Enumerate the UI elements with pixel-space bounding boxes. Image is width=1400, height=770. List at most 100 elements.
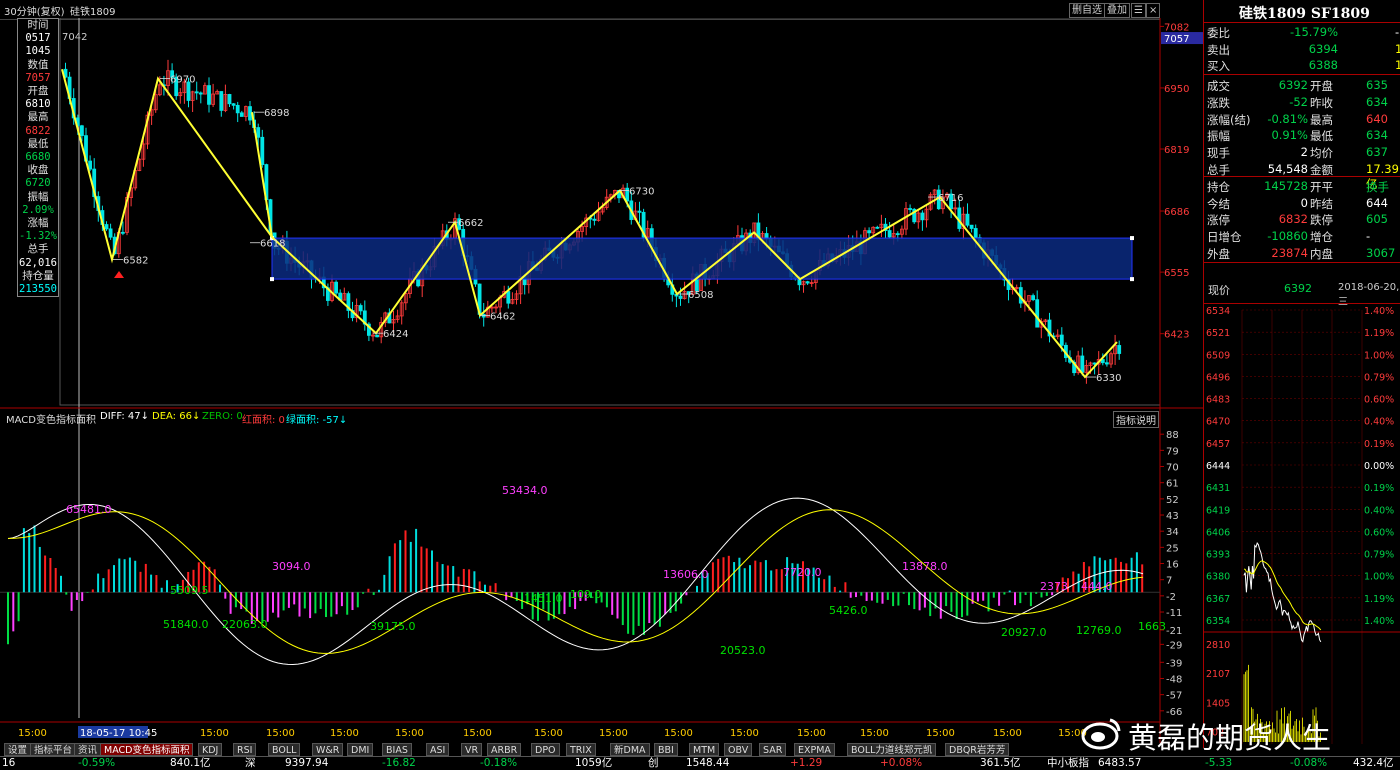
- overlay-button[interactable]: 叠加: [1104, 3, 1130, 18]
- indicator-tab[interactable]: RSI: [233, 743, 257, 756]
- pivot-label: 6716: [938, 193, 963, 204]
- indicator-tab[interactable]: 资讯: [74, 743, 102, 756]
- indicator-tab[interactable]: DMI: [347, 743, 374, 756]
- mini-price-tick: 6380: [1206, 572, 1230, 583]
- buy-signal-arrow: [114, 271, 124, 278]
- indicator-tab[interactable]: MACD变色指标面积: [100, 743, 194, 756]
- status-item: -0.18%: [480, 757, 518, 769]
- indicator-tab[interactable]: BOLL: [268, 743, 301, 756]
- mini-price-tick: 6367: [1206, 594, 1230, 605]
- indicator-tab[interactable]: ARBR: [487, 743, 522, 756]
- menu-icon[interactable]: ☰: [1131, 3, 1146, 18]
- remove-favorite-button[interactable]: 删自选: [1069, 3, 1105, 18]
- macd-tick: 70: [1166, 463, 1179, 474]
- macd-area-label: 53434.0: [502, 484, 548, 497]
- indicator-tab[interactable]: VR: [461, 743, 483, 756]
- macd-tick: 88: [1166, 430, 1179, 441]
- mini-price-tick: 6419: [1206, 505, 1230, 516]
- box-handle: [1130, 236, 1134, 241]
- indicator-tab[interactable]: DBQR岩芳芳: [945, 743, 1010, 756]
- indicator-tab[interactable]: MTM: [689, 743, 720, 756]
- indicator-help-button[interactable]: 指标说明: [1113, 411, 1159, 428]
- indicator-tab[interactable]: 设置: [4, 743, 32, 756]
- quote-value2: 1: [1395, 58, 1400, 72]
- candle-body: [239, 112, 244, 117]
- period-label[interactable]: 30分钟(复权): [4, 3, 65, 18]
- kline-chart[interactable]: 6970 6582 6898 6618 6424 6662 6462 6730 6508 6716…: [0, 18, 1203, 743]
- mini-price-tick: 6431: [1206, 483, 1230, 494]
- status-item: 9397.94: [285, 757, 329, 769]
- macd-area-label: 39175.0: [370, 620, 416, 633]
- status-item: -0.59%: [78, 757, 116, 769]
- quote-value2: 637: [1366, 145, 1388, 160]
- mini-price-tick: 6534: [1206, 306, 1230, 317]
- quote-title: 硅铁1809 SF1809: [1239, 6, 1370, 22]
- indicator-tab[interactable]: 指标平台: [30, 743, 77, 756]
- indicator-tab[interactable]: 新DMA: [610, 743, 650, 756]
- indicator-tab[interactable]: BBI: [654, 743, 678, 756]
- indicator-tab[interactable]: ASI: [426, 743, 450, 756]
- current-price: 6392: [1284, 282, 1312, 295]
- macd-area-label: 20523.0: [720, 644, 766, 657]
- macd-tick: 79: [1166, 446, 1179, 457]
- intraday-chart[interactable]: 6534 1.40% 6521 1.19% 6509 1.00% 6496 0.79% 6483…: [1204, 306, 1400, 744]
- candle-body: [506, 291, 511, 304]
- candle-body: [1105, 362, 1109, 365]
- quote-value: 6394: [1308, 41, 1338, 56]
- macd-area-label: 22063.0: [222, 618, 268, 631]
- indicator-tab[interactable]: DPO: [531, 743, 560, 756]
- corner-value: 7042: [62, 32, 87, 43]
- current-price-tick: 7057: [1164, 34, 1189, 45]
- quote-value: -10860: [1267, 229, 1308, 244]
- box-handle: [1130, 277, 1134, 282]
- candle-body: [1031, 295, 1035, 301]
- info-11: 收盘: [27, 164, 49, 177]
- quote-label2: 内盘: [1310, 247, 1333, 261]
- quote-label2: 开盘: [1310, 79, 1333, 93]
- indicator-tab[interactable]: OBV: [724, 743, 753, 756]
- indicator-tab[interactable]: KDJ: [198, 743, 223, 756]
- indicator-tab[interactable]: EXPMA: [794, 743, 835, 756]
- info-18: 62,016: [19, 256, 57, 269]
- trade-date: 2018-06-20,三: [1338, 282, 1400, 308]
- candle-body: [198, 92, 203, 95]
- mini-price-tick: 6521: [1206, 328, 1230, 339]
- quote-row: 外盘 23874 内盘 3067: [1204, 245, 1400, 262]
- status-item: 创: [648, 757, 659, 769]
- quote-label: 外盘: [1207, 247, 1230, 261]
- macd-tick: -2: [1166, 592, 1176, 603]
- indicator-tab[interactable]: SAR: [759, 743, 787, 756]
- quote-row: 日增仓 -10860 增仓 -: [1204, 228, 1400, 245]
- quote-row: 今结 0 昨结 644: [1204, 195, 1400, 212]
- quote-value2: 634: [1366, 94, 1388, 109]
- indicator-tab[interactable]: BIAS: [382, 743, 412, 756]
- indicator-name[interactable]: MACD变色指标面积: [6, 411, 96, 426]
- current-price-label: 现价: [1208, 284, 1230, 297]
- pivot-label: 6508: [688, 290, 713, 301]
- price-tick: 6686: [1164, 207, 1189, 218]
- candle-body: [875, 226, 880, 229]
- indicator-tab[interactable]: W&R: [312, 743, 344, 756]
- quote-value: -52: [1289, 94, 1308, 109]
- price-tick: 6819: [1164, 145, 1189, 156]
- candle-body: [920, 212, 925, 221]
- close-icon[interactable]: ×: [1146, 3, 1161, 18]
- market-status-bar: 16 -0.59% 840.1亿 深 9397.94 -16.82 -0.18% 1059亿 创…: [0, 756, 1400, 769]
- pivot-label: 6424: [383, 329, 408, 340]
- time-tick: 15:00: [599, 728, 628, 739]
- indicator-tab[interactable]: TRIX: [566, 743, 596, 756]
- quote-label: 今结: [1207, 196, 1230, 211]
- mini-price-tick: 6393: [1206, 550, 1230, 561]
- indicator-tab[interactable]: BOLL力道线郑元凯: [847, 743, 937, 756]
- candle-body: [895, 233, 900, 236]
- status-item: 840.1亿: [170, 757, 211, 769]
- time-tick: 15:00: [860, 728, 889, 739]
- candle-body: [1059, 334, 1064, 346]
- quote-label: 现手: [1207, 146, 1230, 161]
- pivot-label: 6898: [264, 108, 289, 119]
- info-5: 开盘: [27, 85, 49, 98]
- quote-value2: 3067: [1366, 246, 1396, 260]
- candle-body: [104, 224, 109, 230]
- mini-pct-tick: 0.19%: [1364, 439, 1394, 450]
- macd-tick: -21: [1166, 626, 1182, 637]
